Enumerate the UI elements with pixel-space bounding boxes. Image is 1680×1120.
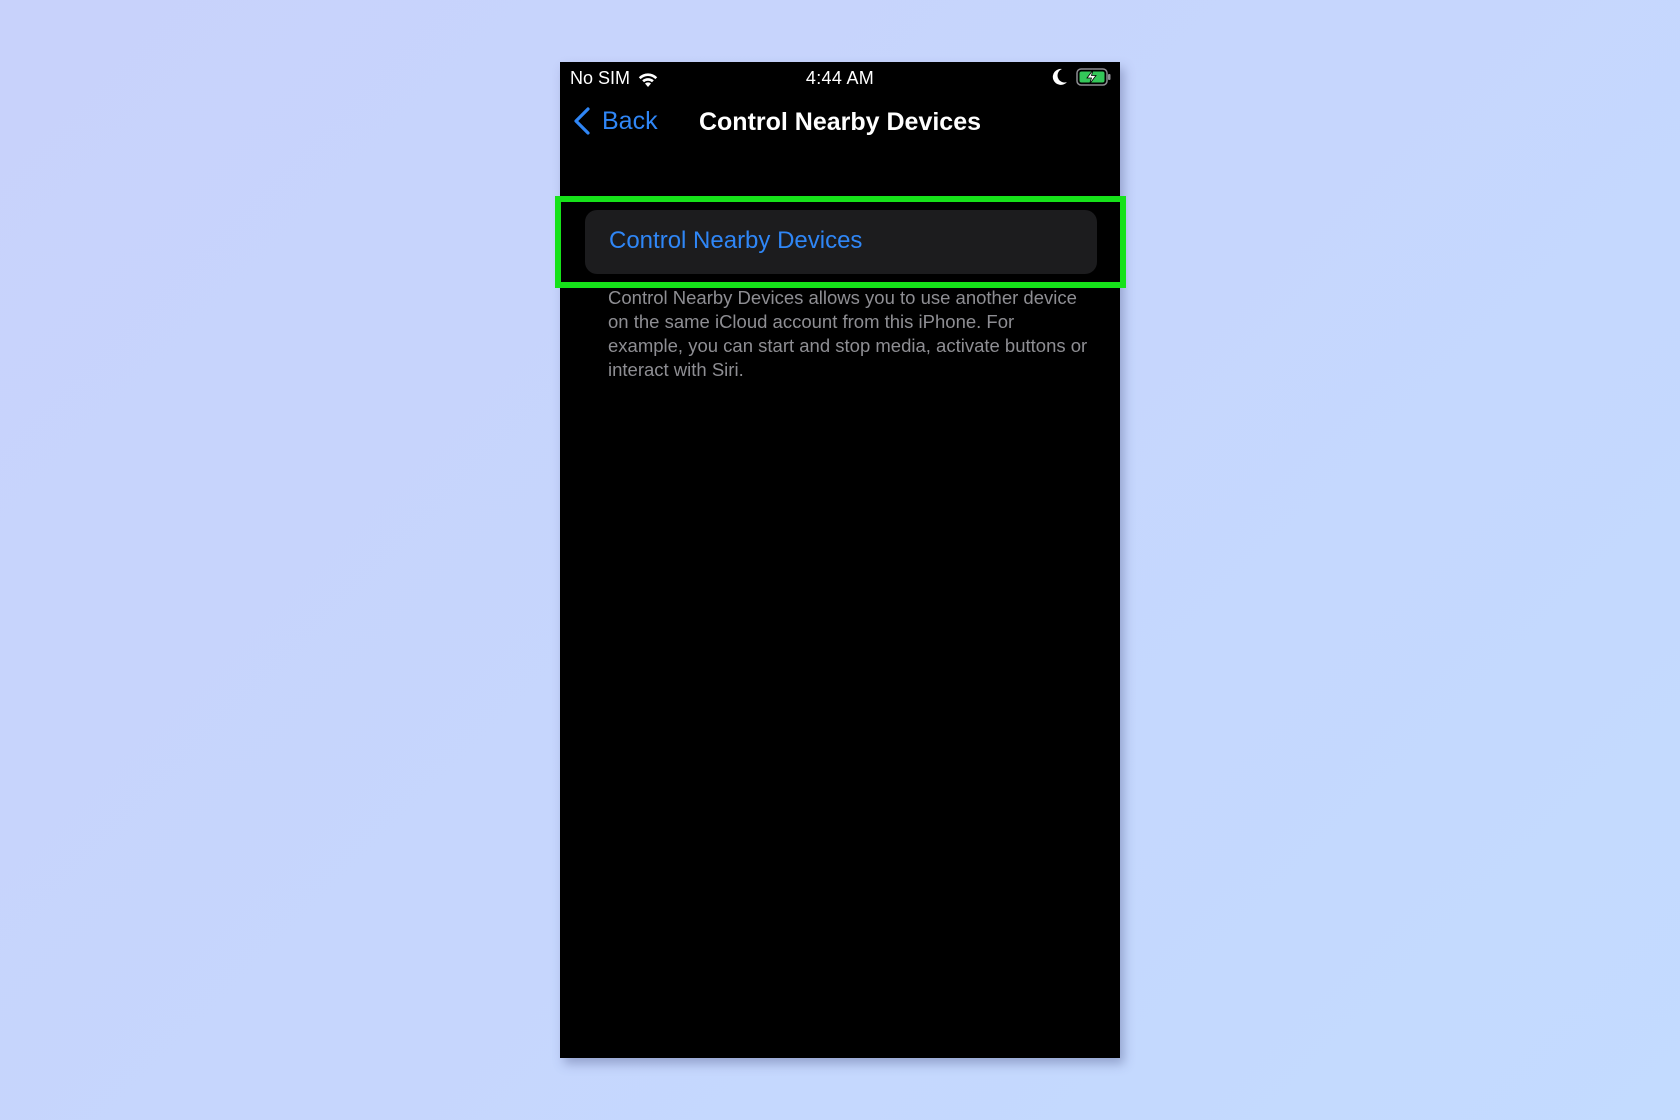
page-title: Control Nearby Devices	[560, 108, 1120, 137]
status-icons	[1052, 67, 1112, 92]
status-time: 4:44 AM	[805, 68, 875, 88]
navigation-bar: Back Control Nearby Devices	[560, 98, 1120, 150]
status-bar: No SIM 4:44 AM	[560, 62, 1120, 94]
control-nearby-devices-row[interactable]: Control Nearby Devices	[585, 210, 1097, 274]
moon-icon	[1052, 68, 1068, 91]
page-title-text: Control Nearby Devices	[698, 108, 982, 136]
control-nearby-devices-label: Control Nearby Devices	[609, 227, 863, 254]
battery-charging-icon	[1076, 67, 1112, 92]
setting-description: Control Nearby Devices allows you to use…	[608, 287, 1088, 380]
phone-screen: No SIM 4:44 AM Back Control Nearby Devic…	[560, 62, 1120, 1058]
